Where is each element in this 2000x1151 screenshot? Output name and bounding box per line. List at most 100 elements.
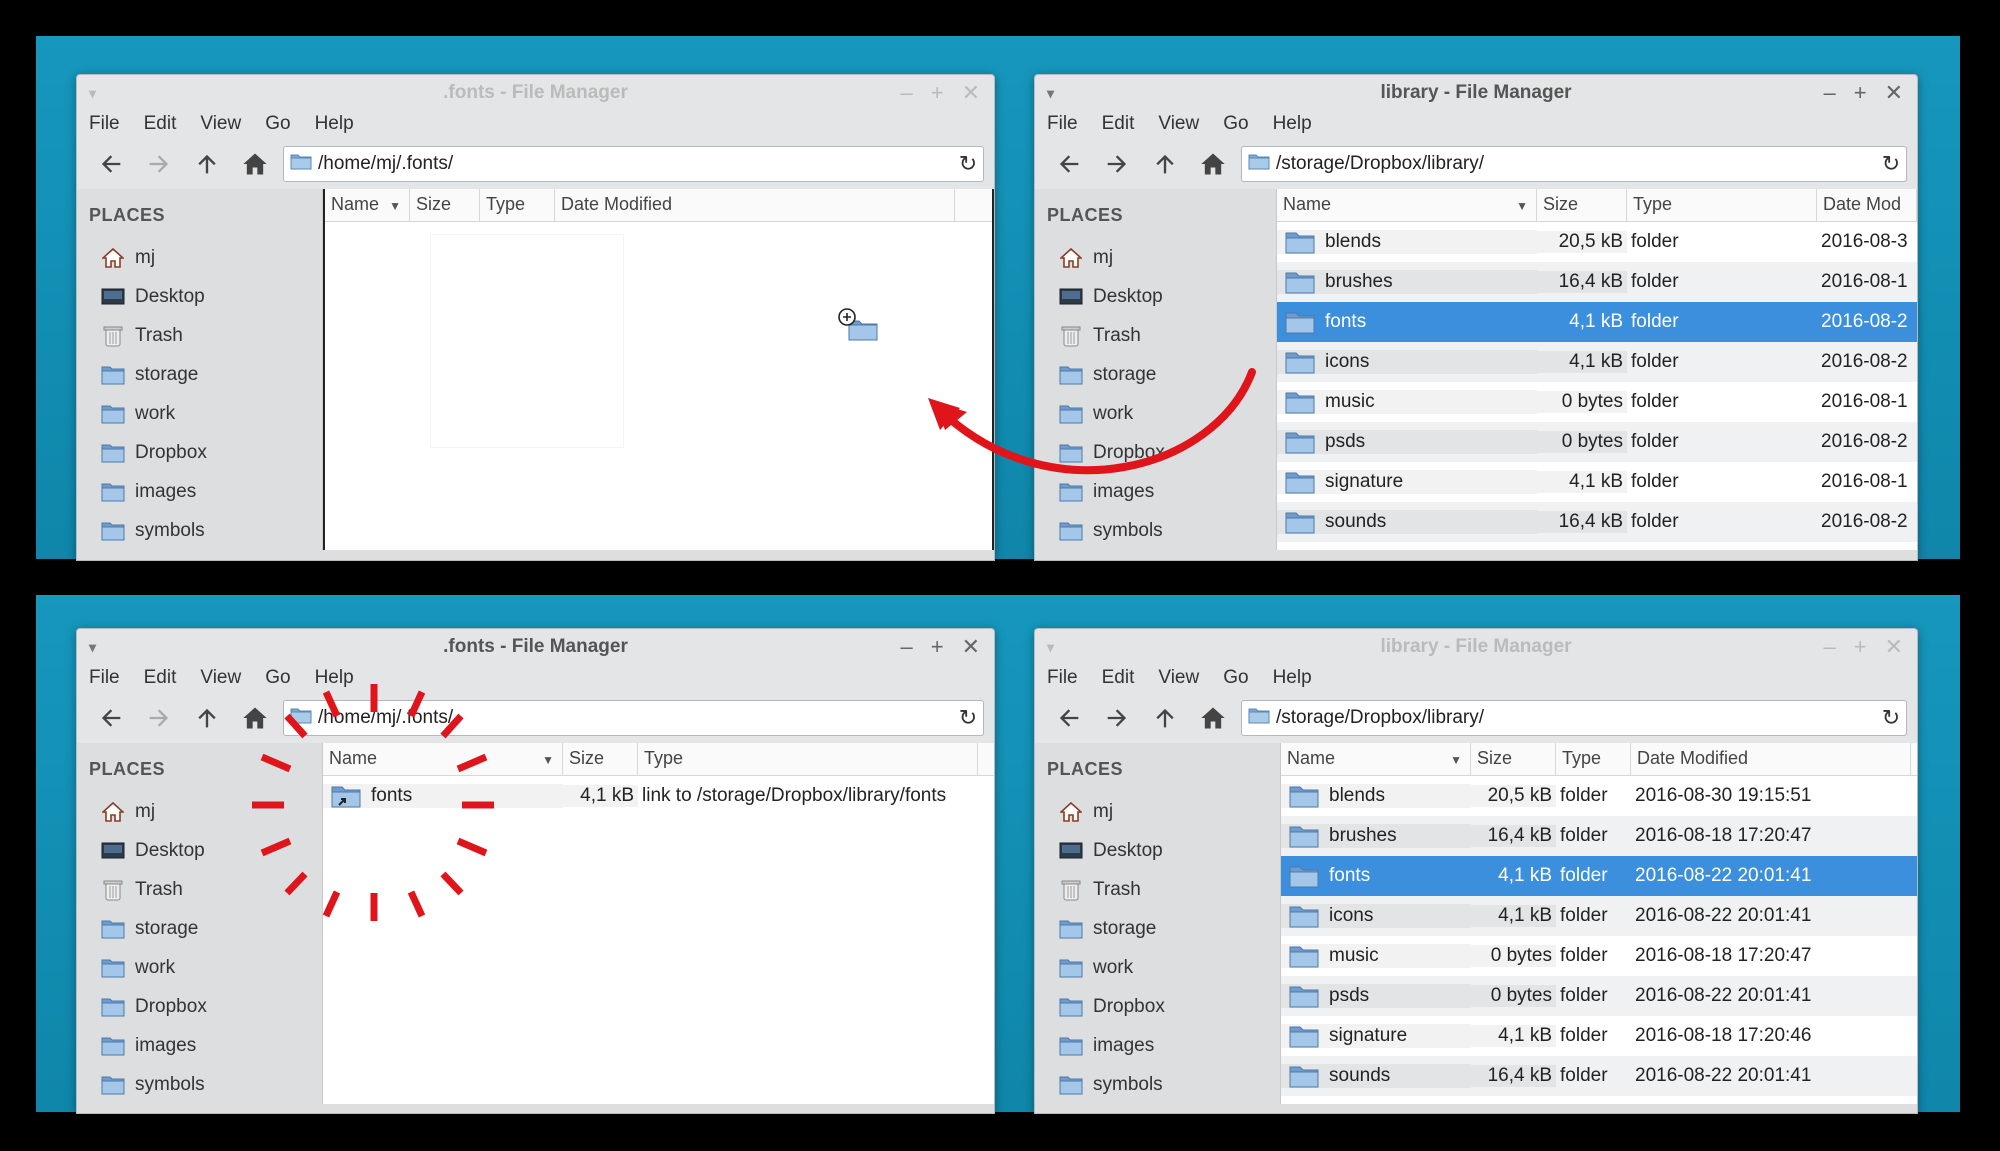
menu-view[interactable]: View <box>200 111 255 139</box>
menu-go[interactable]: Go <box>1223 111 1262 139</box>
location-path[interactable]: /home/mj/.fonts/ <box>318 153 953 175</box>
list-item[interactable]: brushes 16,4 kB folder 2016-08-18 17:20:47 <box>1281 816 1917 856</box>
sidebar-item-symbols[interactable]: symbols <box>1035 1065 1280 1104</box>
minimize-icon[interactable]: – <box>1823 629 1835 665</box>
minimize-icon[interactable]: – <box>900 75 912 111</box>
location-bar[interactable]: /home/mj/.fonts/ ↻ <box>283 146 984 182</box>
sidebar-item-mj[interactable]: mj <box>1035 792 1280 831</box>
back-button[interactable] <box>87 698 135 738</box>
maximize-icon[interactable]: + <box>931 75 944 111</box>
location-bar[interactable]: /home/mj/.fonts/ ↻ <box>283 700 984 736</box>
forward-button[interactable] <box>135 144 183 184</box>
sidebar-item-trash[interactable]: Trash <box>1035 870 1280 909</box>
column-name[interactable]: Name ▼ <box>1277 189 1537 221</box>
list-item[interactable]: music 0 bytes folder 2016-08-18 17:20:47 <box>1281 936 1917 976</box>
column-type[interactable]: Type <box>480 189 555 221</box>
sidebar-item-mj[interactable]: mj <box>77 792 322 831</box>
sidebar-item-dropbox[interactable]: Dropbox <box>77 987 322 1026</box>
list-item[interactable]: signature 4,1 kB folder 2016-08-18 17:20:46 <box>1281 1016 1917 1056</box>
menu-help[interactable]: Help <box>315 111 368 139</box>
maximize-icon[interactable]: + <box>1854 629 1867 665</box>
home-button[interactable] <box>231 144 279 184</box>
window-menu-icon[interactable]: ▾ <box>89 629 96 665</box>
location-path[interactable]: /storage/Dropbox/library/ <box>1276 707 1876 729</box>
menu-file[interactable]: File <box>89 665 134 693</box>
sidebar-item-trash[interactable]: Trash <box>1035 316 1276 355</box>
sidebar-item-trash[interactable]: Trash <box>77 316 322 355</box>
menu-edit[interactable]: Edit <box>1102 111 1149 139</box>
sidebar-item-dropbox[interactable]: Dropbox <box>77 433 322 472</box>
home-button[interactable] <box>1189 144 1237 184</box>
menu-view[interactable]: View <box>1158 111 1213 139</box>
sidebar-item-trash[interactable]: Trash <box>77 870 322 909</box>
window-menu-icon[interactable]: ▾ <box>89 75 96 111</box>
column-name[interactable]: Name ▼ <box>325 189 410 221</box>
menu-edit[interactable]: Edit <box>144 665 191 693</box>
column-date-modified[interactable]: Date Modified <box>555 189 955 221</box>
menu-go[interactable]: Go <box>1223 665 1262 693</box>
reload-icon[interactable]: ↻ <box>1876 705 1906 731</box>
list-item[interactable]: psds 0 bytes folder 2016-08-2 <box>1277 422 1917 462</box>
up-button[interactable] <box>1141 698 1189 738</box>
sidebar-item-images[interactable]: images <box>77 1026 322 1065</box>
up-button[interactable] <box>1141 144 1189 184</box>
forward-button[interactable] <box>1093 144 1141 184</box>
column-name[interactable]: Name ▼ <box>1281 743 1471 775</box>
list-item[interactable]: fonts 4,1 kB folder 2016-08-22 20:01:41 <box>1281 856 1917 896</box>
column-type[interactable]: Type <box>1556 743 1631 775</box>
menu-help[interactable]: Help <box>1273 665 1326 693</box>
forward-button[interactable] <box>135 698 183 738</box>
back-button[interactable] <box>1045 144 1093 184</box>
list-item[interactable]: icons 4,1 kB folder 2016-08-22 20:01:41 <box>1281 896 1917 936</box>
close-icon[interactable]: ✕ <box>962 75 980 111</box>
menu-edit[interactable]: Edit <box>1102 665 1149 693</box>
list-item[interactable]: sounds 16,4 kB folder 2016-08-2 <box>1277 502 1917 542</box>
window-menu-icon[interactable]: ▾ <box>1047 629 1054 665</box>
column-date-modified[interactable]: Date Modified <box>1631 743 1911 775</box>
window-titlebar[interactable]: ▾ .fonts - File Manager – + ✕ <box>77 75 994 111</box>
reload-icon[interactable]: ↻ <box>953 151 983 177</box>
sidebar-item-desktop[interactable]: Desktop <box>1035 831 1280 870</box>
forward-button[interactable] <box>1093 698 1141 738</box>
back-button[interactable] <box>1045 698 1093 738</box>
menu-help[interactable]: Help <box>1273 111 1326 139</box>
close-icon[interactable]: ✕ <box>1885 629 1903 665</box>
close-icon[interactable]: ✕ <box>1885 75 1903 111</box>
menu-file[interactable]: File <box>1047 665 1092 693</box>
sidebar-item-images[interactable]: images <box>1035 1026 1280 1065</box>
menu-go[interactable]: Go <box>265 111 304 139</box>
menu-view[interactable]: View <box>200 665 255 693</box>
minimize-icon[interactable]: – <box>1823 75 1835 111</box>
list-item[interactable]: blends 20,5 kB folder 2016-08-30 19:15:51 <box>1281 776 1917 816</box>
sidebar-item-work[interactable]: work <box>77 948 322 987</box>
sidebar-item-images[interactable]: images <box>77 472 322 511</box>
location-bar[interactable]: /storage/Dropbox/library/ ↻ <box>1241 146 1907 182</box>
sidebar-item-desktop[interactable]: Desktop <box>1035 277 1276 316</box>
sidebar-item-storage[interactable]: storage <box>1035 909 1280 948</box>
minimize-icon[interactable]: – <box>900 629 912 665</box>
window-menu-icon[interactable]: ▾ <box>1047 75 1054 111</box>
sidebar-item-desktop[interactable]: Desktop <box>77 831 322 870</box>
menu-help[interactable]: Help <box>315 665 368 693</box>
sidebar-item-symbols[interactable]: symbols <box>77 511 322 550</box>
sidebar-item-dropbox[interactable]: Dropbox <box>1035 433 1276 472</box>
list-item[interactable]: psds 0 bytes folder 2016-08-22 20:01:41 <box>1281 976 1917 1016</box>
window-titlebar[interactable]: ▾ library - File Manager – + ✕ <box>1035 629 1917 665</box>
column-name[interactable]: Name ▼ <box>323 743 563 775</box>
sidebar-item-mj[interactable]: mj <box>77 238 322 277</box>
column-type[interactable]: Type <box>1627 189 1817 221</box>
location-bar[interactable]: /storage/Dropbox/library/ ↻ <box>1241 700 1907 736</box>
maximize-icon[interactable]: + <box>931 629 944 665</box>
sidebar-item-work[interactable]: work <box>77 394 322 433</box>
column-size[interactable]: Size <box>563 743 638 775</box>
sidebar-item-storage[interactable]: storage <box>77 355 322 394</box>
reload-icon[interactable]: ↻ <box>1876 151 1906 177</box>
menu-edit[interactable]: Edit <box>144 111 191 139</box>
back-button[interactable] <box>87 144 135 184</box>
sidebar-item-dropbox[interactable]: Dropbox <box>1035 987 1280 1026</box>
list-item[interactable]: music 0 bytes folder 2016-08-1 <box>1277 382 1917 422</box>
close-icon[interactable]: ✕ <box>962 629 980 665</box>
column-size[interactable]: Size <box>410 189 480 221</box>
list-item[interactable]: fonts 4,1 kB link to /storage/Dropbox/libr… <box>323 776 994 816</box>
column-type[interactable]: Type <box>638 743 978 775</box>
